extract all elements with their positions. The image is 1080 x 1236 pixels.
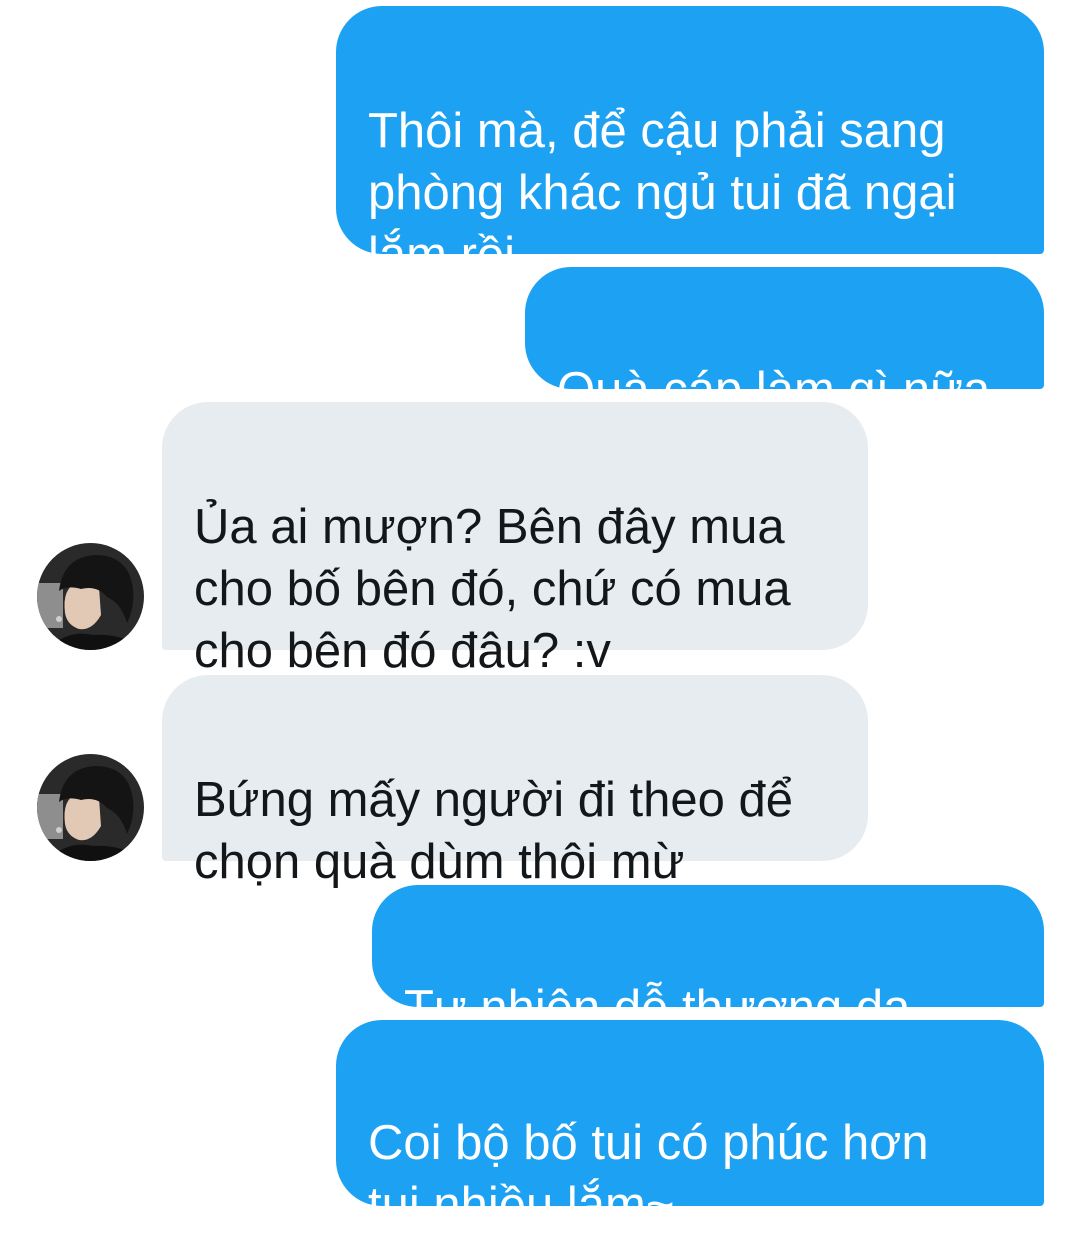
message-text: Bứng mấy người đi theo để chọn quà dùm t…: [194, 773, 793, 889]
avatar[interactable]: [37, 543, 144, 650]
message-bubble-outgoing[interactable]: Thôi mà, để cậu phải sang phòng khác ngủ…: [336, 6, 1044, 282]
avatar-photo: [37, 754, 144, 861]
avatar[interactable]: [37, 754, 144, 861]
message-text: Coi bộ bố tui có phúc hơn tui nhiều lắm~: [368, 1116, 929, 1232]
message-text: Thôi mà, để cậu phải sang phòng khác ngủ…: [368, 104, 957, 282]
message-bubble-outgoing[interactable]: Quà cáp làm gì nữa: [525, 267, 1044, 417]
message-text: Ủa ai mượn? Bên đây mua cho bố bên đó, c…: [194, 500, 791, 678]
message-bubble-outgoing[interactable]: Coi bộ bố tui có phúc hơn tui nhiều lắm~: [336, 1020, 1044, 1232]
avatar-photo: [37, 543, 144, 650]
message-bubble-incoming[interactable]: Ủa ai mượn? Bên đây mua cho bố bên đó, c…: [162, 402, 868, 678]
message-bubble-outgoing[interactable]: Tự nhiên dễ thương dạ: [372, 885, 1044, 1147]
message-bubble-incoming[interactable]: Bứng mấy người đi theo để chọn quà dùm t…: [162, 675, 868, 889]
